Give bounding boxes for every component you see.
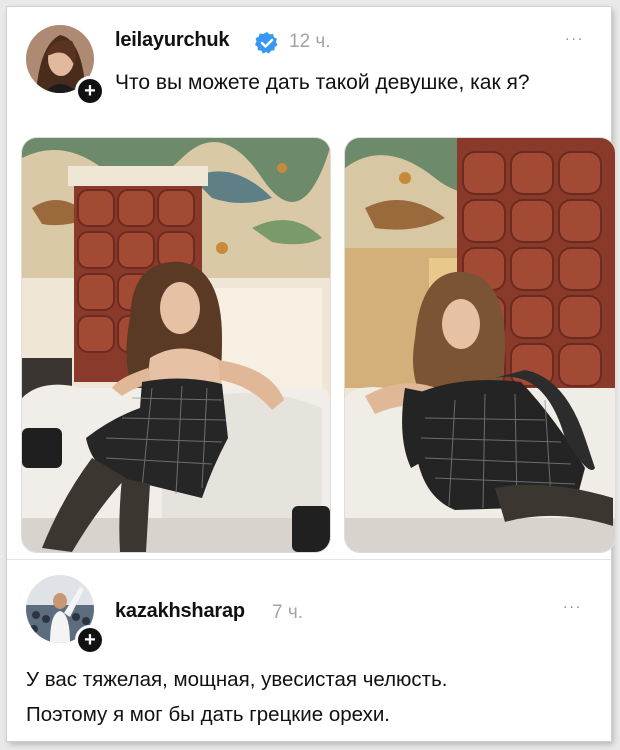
post-username[interactable]: leilayurchuk: [115, 29, 230, 52]
verified-badge-icon: [255, 32, 278, 54]
reply-username[interactable]: kazakhsharap: [115, 600, 245, 623]
more-options-icon[interactable]: ...: [563, 595, 582, 613]
reply-text-line-2: Поэтому я мог бы дать грецкие орехи.: [26, 703, 390, 726]
restaurant-photo-1: [22, 138, 330, 552]
reply-text: У вас тяжелая, мощная, увесистая челюсть…: [26, 662, 601, 732]
follow-plus-icon[interactable]: +: [75, 625, 105, 655]
post-text: Что вы можете дать такой девушке, как я?: [115, 71, 530, 94]
reply-text-line-1: У вас тяжелая, мощная, увесистая челюсть…: [26, 668, 448, 691]
more-options-icon[interactable]: ...: [565, 27, 584, 45]
post-image-1[interactable]: [21, 137, 331, 553]
thread-card: + leilayurchuk 12 ч. ... Что вы можете д…: [7, 7, 616, 741]
post-image-2[interactable]: [344, 137, 616, 553]
restaurant-photo-2: [345, 138, 615, 552]
post-divider: [7, 559, 611, 560]
post-timestamp: 12 ч.: [289, 31, 331, 52]
follow-plus-icon[interactable]: +: [75, 76, 105, 106]
reply-timestamp: 7 ч.: [272, 602, 304, 623]
